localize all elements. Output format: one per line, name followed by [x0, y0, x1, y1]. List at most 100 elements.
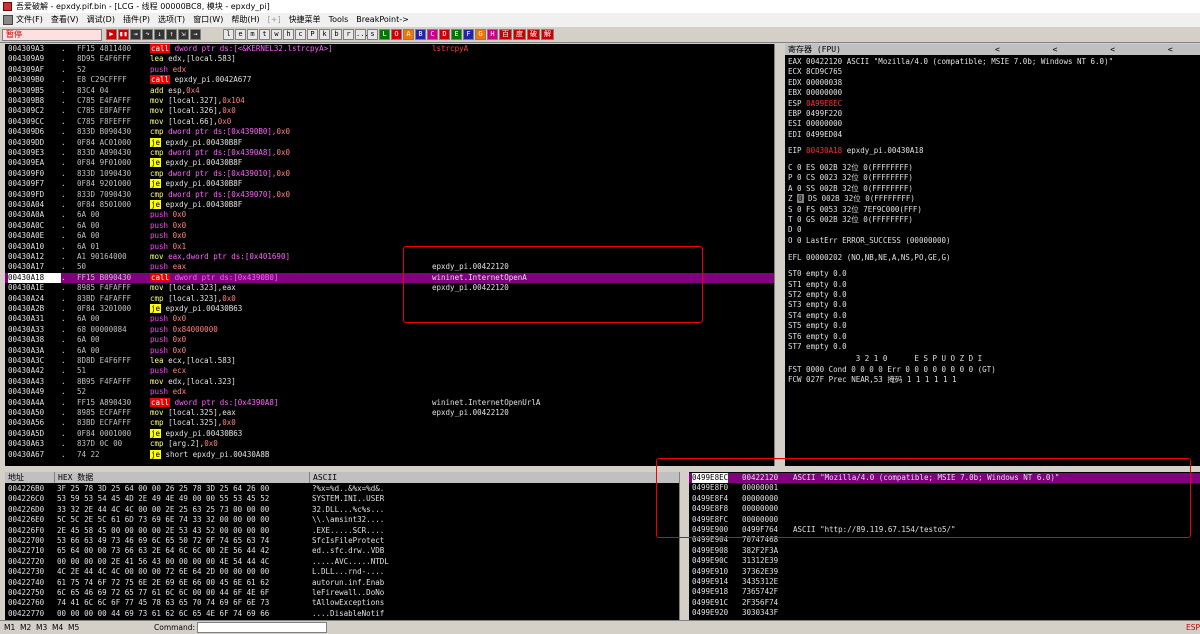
toolbar-cn-button[interactable]: 解	[541, 29, 554, 40]
dump-header-ascii[interactable]: ASCII	[310, 472, 679, 483]
toolbar-button[interactable]: ⇥	[130, 29, 141, 40]
toolbar-plugin-button[interactable]: B	[415, 29, 426, 40]
toolbar-plugin-button[interactable]: O	[391, 29, 402, 40]
disasm-row[interactable]: 00430A3C. 8D8D E4F6FFF lea ecx,[local.583]	[5, 356, 774, 366]
toolbar-cn-button[interactable]: 破	[527, 29, 540, 40]
stack-row[interactable]: 0499E90C 31312E39	[689, 556, 1200, 566]
toolbar-button[interactable]: ...	[355, 29, 369, 40]
stack-row[interactable]: 0499E8F8 00000000	[689, 504, 1200, 514]
disasm-row[interactable]: 004309FD. 833D 7090430 cmp dword ptr ds:[0…	[5, 190, 774, 200]
disasm-row[interactable]: 004309F7. 0F84 9201000 je epxdy_pi.00430B8…	[5, 179, 774, 189]
marker-button[interactable]: M1	[4, 621, 15, 634]
marker-button[interactable]: M5	[68, 621, 79, 634]
disasm-row[interactable]: 00430A17. 50 push eax epxdy_pi.00422120	[5, 262, 774, 272]
menu-item[interactable]: 插件(P)	[123, 13, 150, 27]
disasm-row[interactable]: 004309F0. 833D 1090430 cmp dword ptr ds:[0…	[5, 169, 774, 179]
disasm-row[interactable]: 00430A24. 83BD F4FAFFF cmp [local.323],0x0	[5, 294, 774, 304]
stack-row[interactable]: 0499E900 0499F764 ASCII "http://89.119.67.…	[689, 525, 1200, 535]
toolbar-button[interactable]: w	[271, 29, 282, 40]
toolbar-button[interactable]: ▶	[106, 29, 117, 40]
disasm-row[interactable]: 00430A63. 837D 0C 00 cmp [arg.2],0x0	[5, 439, 774, 449]
disasm-row[interactable]: 004309B0. E8 C29CFFFF call epxdy_pi.0042A6…	[5, 75, 774, 85]
toolbar-button[interactable]: b	[331, 29, 342, 40]
toolbar-button[interactable]: t	[259, 29, 270, 40]
menu-item[interactable]: 窗口(W)	[193, 13, 223, 27]
menu-item[interactable]: 调试(D)	[87, 13, 115, 27]
toolbar-plugin-button[interactable]: D	[439, 29, 450, 40]
toolbar-plugin-button[interactable]: G	[475, 29, 486, 40]
disasm-row[interactable]: 004309E3. 833D A890430 cmp dword ptr ds:[0…	[5, 148, 774, 158]
stack-row[interactable]: 0499E918 7365742F	[689, 587, 1200, 597]
disasm-row[interactable]: 004309D6. 833D B090430 cmp dword ptr ds:[0…	[5, 127, 774, 137]
disasm-row[interactable]: 00430A0C. 6A 00 push 0x0	[5, 221, 774, 231]
disasm-row[interactable]: 00430A2B. 0F84 3201000 je epxdy_pi.00430B6…	[5, 304, 774, 314]
stack-row[interactable]: 0499E91C 2F356F74	[689, 598, 1200, 608]
toolbar-button[interactable]: h	[283, 29, 294, 40]
disasm-row[interactable]: 00430A04. 0F84 8501000 je epxdy_pi.00430B8…	[5, 200, 774, 210]
disasm-row[interactable]: 004309C2. C785 E8FAFFF mov [local.326],0x0	[5, 106, 774, 116]
menu-item[interactable]: 帮助(H)	[231, 13, 259, 27]
disasm-row[interactable]: 004309CC. C785 F8FEFFF mov [local.66],0x0	[5, 117, 774, 127]
toolbar-button[interactable]: k	[319, 29, 330, 40]
disasm-row[interactable]: 00430A12. A1 90164000 mov eax,dword ptr ds…	[5, 252, 774, 262]
disasm-row[interactable]: 00430A5D. 0F84 0001000 je epxdy_pi.00430B6…	[5, 428, 774, 439]
disasm-row[interactable]: 00430A3A. 6A 00 push 0x0	[5, 346, 774, 356]
command-input[interactable]	[197, 622, 327, 633]
marker-button[interactable]: M3	[36, 621, 47, 634]
toolbar-plugin-button[interactable]: H	[487, 29, 498, 40]
disasm-row[interactable]: 004309B8. C785 E4FAFFF mov [local.327],0x1…	[5, 96, 774, 106]
toolbar-button[interactable]: ↓	[154, 29, 165, 40]
toolbar-plugin-button[interactable]: E	[451, 29, 462, 40]
toolbar-button[interactable]: ↷	[142, 29, 153, 40]
disasm-row[interactable]: 00430A50. 8985 ECFAFFF mov [local.325],eax…	[5, 408, 774, 418]
toolbar-button[interactable]: ▮▮	[118, 29, 129, 40]
disasm-row[interactable]: 00430A42. 51 push ecx	[5, 366, 774, 376]
toolbar-button[interactable]: e	[235, 29, 246, 40]
stack-pane[interactable]: 0499E8EC 00422120 ASCII "Mozilla/4.0 (comp…	[689, 472, 1200, 620]
toolbar-button[interactable]: c	[295, 29, 306, 40]
disasm-row[interactable]: 00430A1E. 8985 F4FAFFF mov [local.323],eax…	[5, 283, 774, 293]
toolbar-plugin-button[interactable]: F	[463, 29, 474, 40]
toolbar-button[interactable]: P	[307, 29, 318, 40]
disasm-row[interactable]: 00430A4A. FF15 A890430 call dword ptr ds:[…	[5, 397, 774, 408]
stack-row[interactable]: 0499E8EC 00422120 ASCII "Mozilla/4.0 (comp…	[689, 473, 1200, 484]
dump-header-address[interactable]: 地址	[5, 472, 55, 483]
menu-item[interactable]: 查看(V)	[51, 13, 79, 27]
registers-pane[interactable]: 寄存器 (FPU) < < < < < < < < < EAX 00422120…	[785, 44, 1200, 466]
menu-item[interactable]: 文件(F)	[16, 13, 43, 27]
toolbar-button[interactable]: ⇲	[178, 29, 189, 40]
toolbar-button[interactable]: r	[343, 29, 354, 40]
toolbar-plugin-button[interactable]: A	[403, 29, 414, 40]
disassembly-scrollbar[interactable]	[774, 44, 785, 466]
mdi-icon[interactable]	[3, 15, 13, 25]
stack-row[interactable]: 0499E904 70747468	[689, 535, 1200, 545]
disasm-row[interactable]: 00430A33. 68 00000084 push 0x84000000	[5, 325, 774, 335]
menu-item[interactable]: BreakPoint->	[356, 13, 409, 27]
marker-button[interactable]: M2	[20, 621, 31, 634]
stack-row[interactable]: 0499E8FC 00000000	[689, 515, 1200, 525]
disasm-row[interactable]: 00430A31. 6A 00 push 0x0	[5, 314, 774, 324]
stack-row[interactable]: 0499E920 3030343F	[689, 608, 1200, 618]
toolbar-button[interactable]: s	[367, 29, 378, 40]
disasm-row[interactable]: 004309B5. 83C4 04 add esp,0x4	[5, 86, 774, 96]
toolbar-button[interactable]: m	[247, 29, 258, 40]
memory-dump-pane[interactable]: 地址 HEX 数据 ASCII 004226B0 3F 25 78 3D 25 6…	[5, 472, 679, 620]
stack-row[interactable]: 0499E8F0 00000001	[689, 483, 1200, 493]
menu-item[interactable]: Tools	[329, 13, 349, 27]
disasm-row[interactable]: 004309A9. 8D95 E4F6FFF lea edx,[local.583]	[5, 54, 774, 64]
toolbar-button[interactable]: l	[223, 29, 234, 40]
marker-button[interactable]: M4	[52, 621, 63, 634]
disasm-row[interactable]: 00430A67. 74 22 je short epxdy_pi.00430A8B	[5, 449, 774, 460]
disasm-row[interactable]: 00430A49. 52 push edx	[5, 387, 774, 397]
stack-row[interactable]: 0499E914 3435312E	[689, 577, 1200, 587]
registers-nav-arrows[interactable]: < < < < < < < < <	[995, 44, 1200, 55]
disassembly-pane[interactable]: 004309A3. FF15 4811400 call dword ptr ds:[…	[5, 44, 774, 466]
menu-item[interactable]: 快捷菜单	[289, 13, 321, 27]
disasm-row[interactable]: 00430A56. 83BD ECFAFFF cmp [local.325],0x0	[5, 418, 774, 428]
stack-row[interactable]: 0499E910 37362E39	[689, 567, 1200, 577]
disasm-row[interactable]: 00430A0E. 6A 00 push 0x0	[5, 231, 774, 241]
disasm-row[interactable]: 00430A38. 6A 00 push 0x0	[5, 335, 774, 345]
disasm-row[interactable]: 00430A10. 6A 01 push 0x1	[5, 242, 774, 252]
disasm-row[interactable]: 004309A3. FF15 4811400 call dword ptr ds:[…	[5, 44, 774, 54]
toolbar-button[interactable]: →	[190, 29, 201, 40]
